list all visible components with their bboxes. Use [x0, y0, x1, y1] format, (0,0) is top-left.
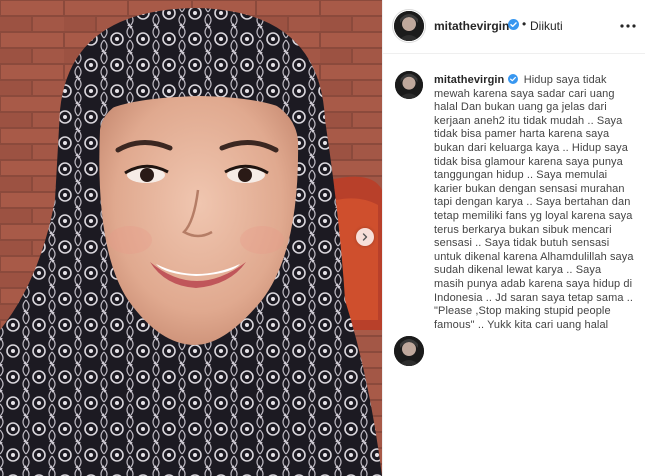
- comment-avatar[interactable]: [394, 336, 424, 366]
- separator-dot: •: [522, 17, 527, 31]
- verified-badge-icon: [508, 19, 519, 30]
- post-header: mitathevirgin • Diikuti: [383, 0, 645, 54]
- post-caption: mitathevirgin Hidup saya tidak mewah kar…: [434, 74, 634, 332]
- caption-username-link[interactable]: mitathevirgin: [434, 74, 504, 86]
- username-link[interactable]: mitathevirgin: [434, 19, 509, 33]
- more-options-button[interactable]: [618, 16, 638, 36]
- carousel-next-button[interactable]: [356, 228, 374, 246]
- caption-avatar[interactable]: [395, 71, 423, 99]
- comments-area: mitathevirgin Hidup saya tidak mewah kar…: [383, 55, 645, 350]
- caption-text: Hidup saya tidak mewah karena saya sadar…: [434, 74, 634, 331]
- avatar[interactable]: [394, 11, 424, 41]
- avatar-image: [394, 11, 424, 41]
- photo-illustration: [0, 0, 382, 476]
- ellipsis-icon: [620, 24, 636, 28]
- post-side-panel: mitathevirgin • Diikuti mitathevirgin Hi…: [382, 0, 645, 476]
- follow-status-button[interactable]: Diikuti: [530, 19, 563, 33]
- avatar-image: [394, 336, 424, 366]
- chevron-right-icon: [362, 233, 368, 241]
- avatar-image: [395, 71, 423, 99]
- verified-badge-icon: [507, 74, 518, 84]
- post-photo[interactable]: [0, 0, 382, 476]
